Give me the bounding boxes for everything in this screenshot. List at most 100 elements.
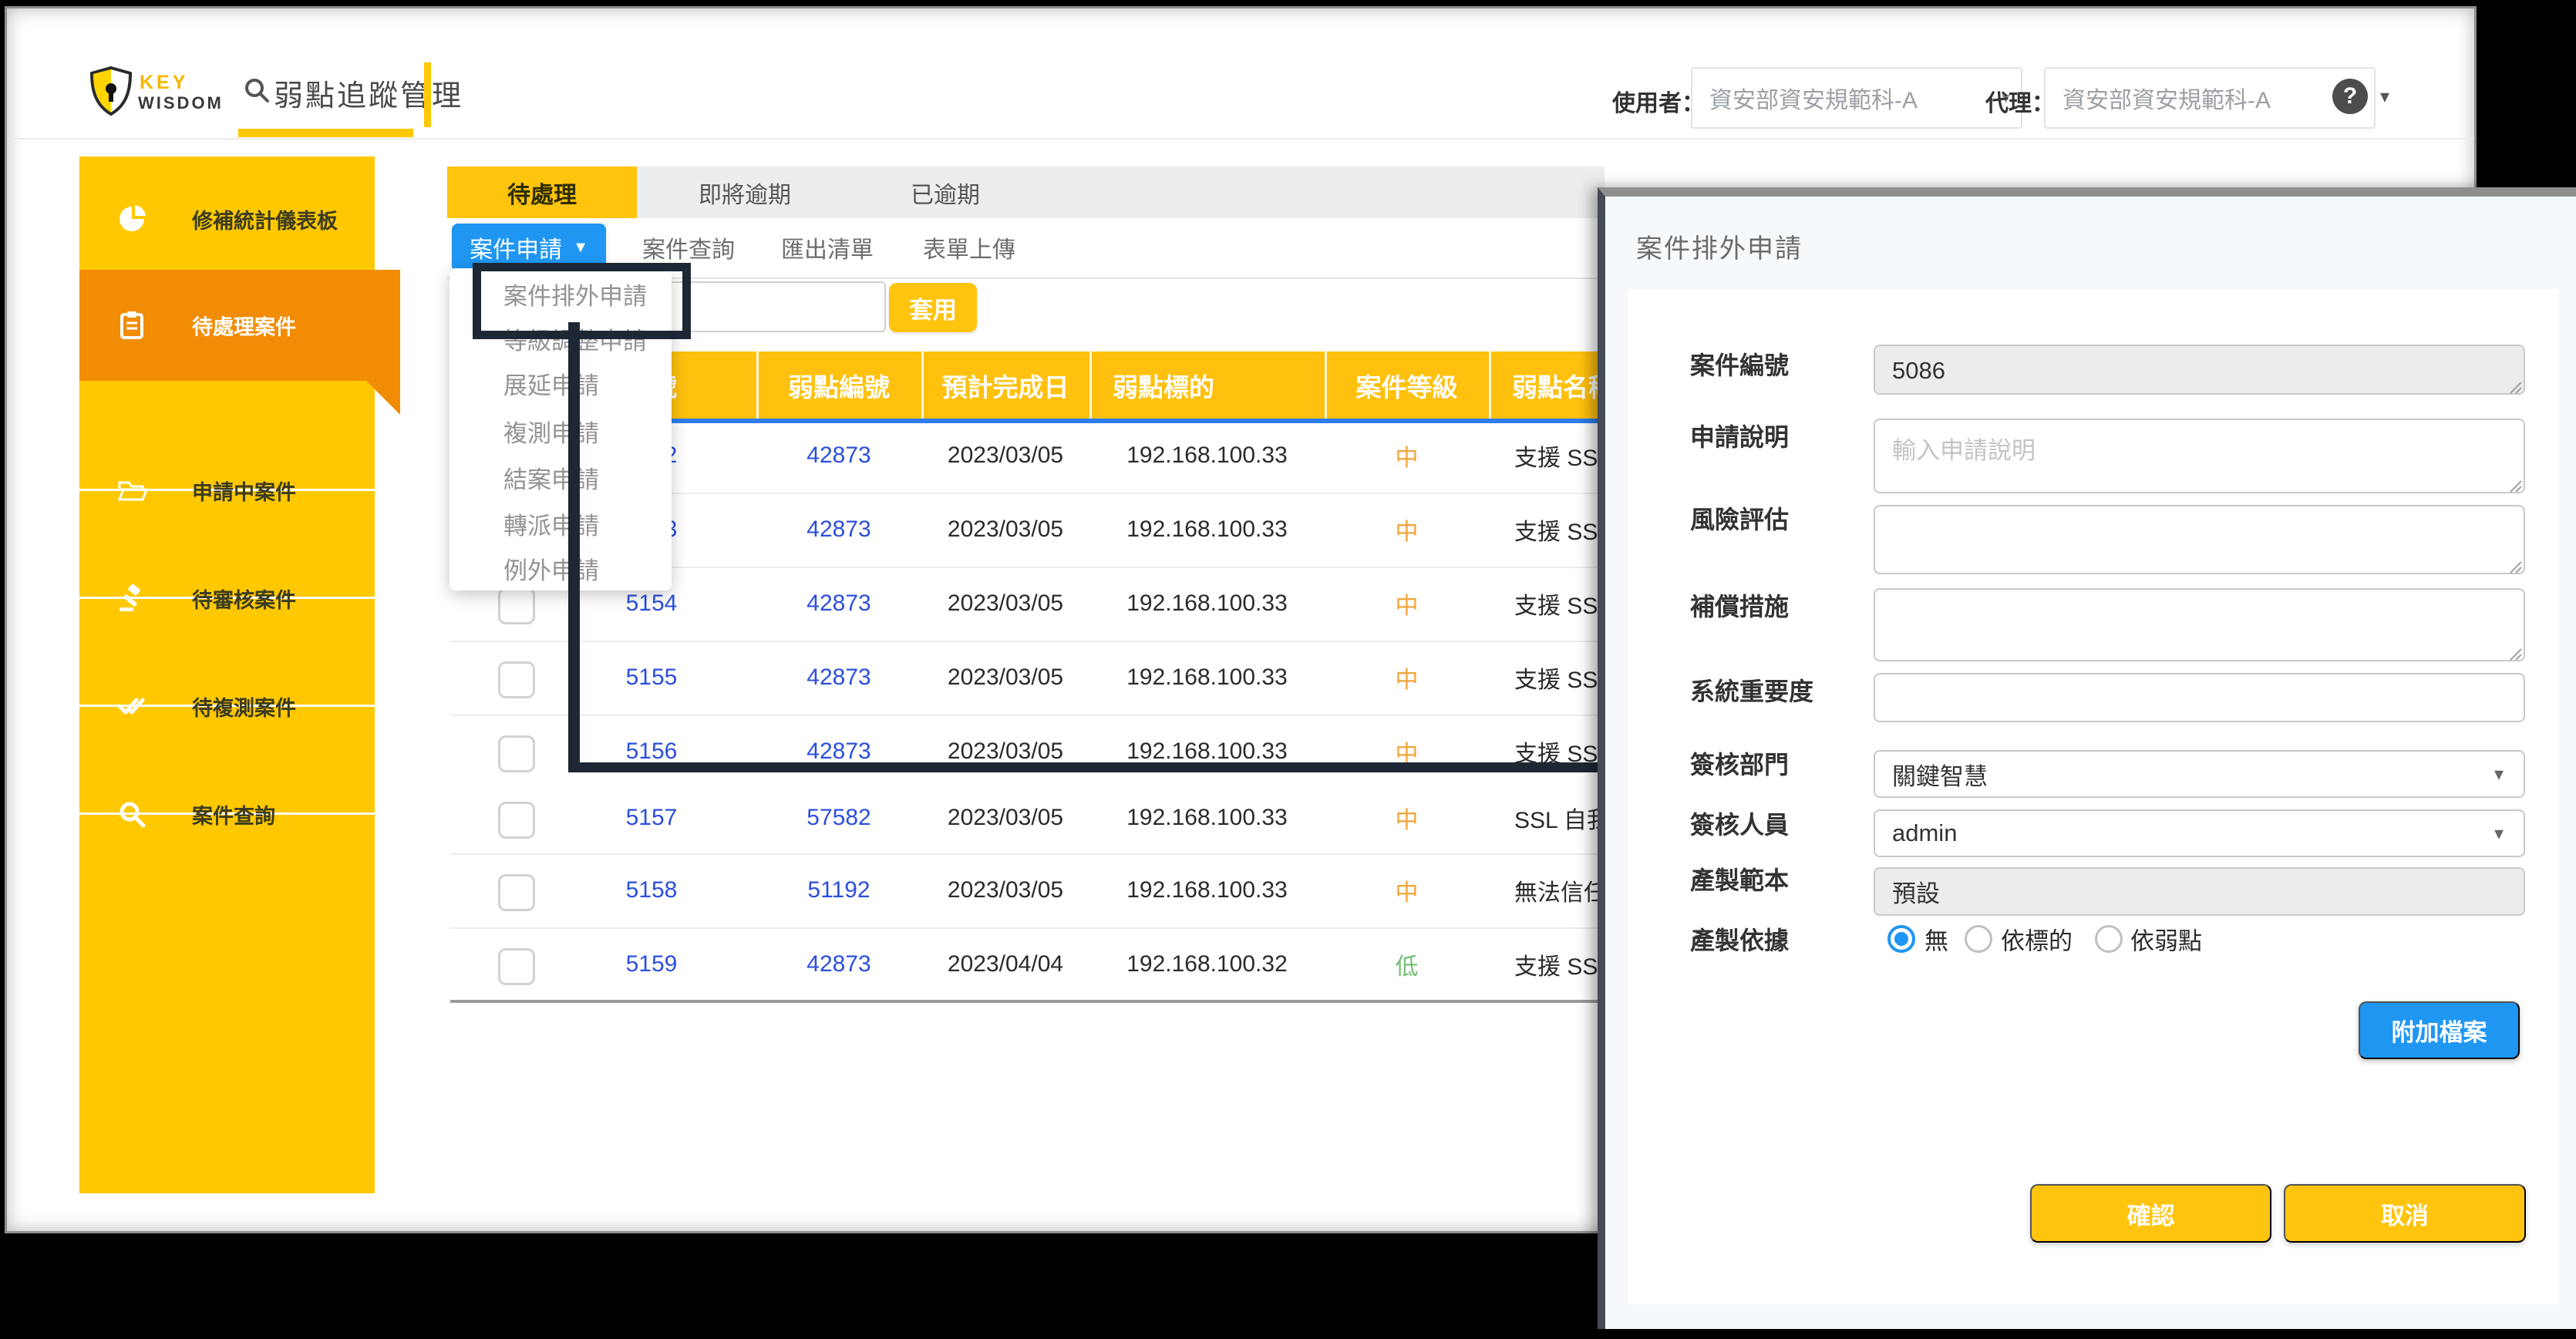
- pie-chart-icon: [116, 204, 147, 234]
- sidebar-item-search-case[interactable]: 案件查詢: [79, 760, 375, 868]
- table-row[interactable]: 5158 51192 2023/03/05 192.168.100.33 中 無…: [450, 853, 1615, 927]
- sidebar-item-applying[interactable]: 申請中案件: [79, 436, 375, 544]
- level-badge: 中: [1325, 493, 1489, 567]
- sidebar-item-pending-active[interactable]: 待處理案件: [79, 270, 400, 381]
- description-label: 申請說明: [1690, 418, 1789, 453]
- level-badge: 中: [1325, 781, 1489, 855]
- confirm-button[interactable]: 確認: [2030, 1184, 2271, 1243]
- sidebar-item-dashboard[interactable]: 修補統計儀表板: [79, 165, 375, 273]
- table-row[interactable]: 5155 42873 2023/03/05 192.168.100.33 中 支…: [450, 641, 1615, 715]
- row-checkbox[interactable]: [498, 661, 535, 698]
- sidebar-item-review[interactable]: 待審核案件: [79, 544, 375, 652]
- attach-file-button[interactable]: 附加檔案: [2359, 1001, 2520, 1059]
- vuln-id-link[interactable]: 42873: [756, 641, 921, 715]
- agent-select-value: 資安部資安規範科-A: [2062, 81, 2271, 115]
- row-checkbox[interactable]: [498, 587, 535, 624]
- menu-item-retest[interactable]: 複測申請: [503, 409, 599, 453]
- cancel-button[interactable]: 取消: [2284, 1184, 2526, 1243]
- department-select[interactable]: 關鍵智慧 ▾: [1874, 750, 2525, 798]
- target-ip: 192.168.100.33: [1089, 781, 1325, 855]
- level-badge: 中: [1325, 567, 1489, 641]
- description-field[interactable]: [1874, 419, 2525, 493]
- level-badge: 中: [1325, 715, 1489, 789]
- module-title: 弱點追蹤管理: [274, 72, 463, 114]
- agent-select[interactable]: 資安部資安規範科-A ▾: [2044, 67, 2376, 129]
- basis-radio-group: 無 依標的 依弱點: [1874, 916, 2525, 962]
- table-row[interactable]: 5157 57582 2023/03/05 192.168.100.33 中 S…: [450, 781, 1615, 855]
- vuln-id-link[interactable]: 42873: [756, 715, 921, 789]
- tab-due-soon[interactable]: 即將逾期: [637, 167, 853, 218]
- row-checkbox[interactable]: [498, 948, 535, 985]
- target-ip: 192.168.100.33: [1089, 567, 1325, 641]
- vuln-id-link[interactable]: 42873: [756, 927, 921, 1001]
- tab-pending[interactable]: 待處理: [447, 167, 637, 218]
- modal-card: 案件編號 5086 申請說明 風險評估 補償措施 系統重要度 簽核部門 關鍵智慧…: [1628, 289, 2558, 1304]
- header-divider: [7, 138, 2474, 140]
- col-header-due: 預計完成日: [921, 352, 1089, 419]
- search-icon: [116, 799, 147, 829]
- form-upload-link[interactable]: 表單上傳: [923, 224, 1015, 271]
- export-list-link[interactable]: 匯出清單: [781, 224, 874, 271]
- clipboard-icon: [116, 310, 147, 341]
- col-header-target: 弱點標的: [1089, 352, 1325, 419]
- case-no-field[interactable]: 5086: [1874, 345, 2525, 395]
- risk-field[interactable]: [1874, 505, 2525, 574]
- radio-by-vuln[interactable]: [2095, 925, 2123, 953]
- level-badge: 中: [1325, 641, 1489, 715]
- template-value: 預設: [1892, 874, 1940, 909]
- brand-shield-icon: [89, 66, 133, 116]
- case-id-link[interactable]: 5159: [547, 927, 756, 1001]
- row-checkbox[interactable]: [498, 735, 535, 772]
- case-no-label: 案件編號: [1690, 346, 1789, 382]
- due-date: 2023/03/05: [921, 493, 1089, 567]
- menu-item-reassign[interactable]: 轉派申請: [503, 501, 599, 546]
- vuln-id-link[interactable]: 42873: [756, 493, 921, 567]
- apply-button[interactable]: 套用: [889, 283, 977, 332]
- sidebar-item-retest[interactable]: 待複測案件: [79, 652, 375, 760]
- folder-open-icon: [116, 475, 147, 506]
- due-date: 2023/03/05: [921, 641, 1089, 715]
- row-checkbox[interactable]: [498, 802, 535, 839]
- chevron-down-icon: ▼: [573, 239, 588, 257]
- menu-item-extension[interactable]: 展延申請: [503, 361, 599, 405]
- tab-overdue[interactable]: 已逾期: [853, 167, 1038, 218]
- department-value: 關鍵智慧: [1892, 757, 1988, 792]
- importance-field[interactable]: [1874, 673, 2525, 722]
- header-chevron-down-icon[interactable]: ▾: [2380, 86, 2389, 108]
- tab-bar: 待處理 即將逾期 已逾期: [447, 167, 1605, 218]
- due-date: 2023/03/05: [921, 715, 1089, 789]
- vuln-id-link[interactable]: 57582: [756, 781, 921, 855]
- target-ip: 192.168.100.33: [1089, 641, 1325, 715]
- due-date: 2023/03/05: [921, 853, 1089, 927]
- title-divider-bar: [424, 62, 431, 127]
- menu-item-other-exception[interactable]: 例外申請: [503, 546, 599, 590]
- col-header-vuln-id: 弱點編號: [756, 352, 921, 419]
- resize-grip-icon: [2507, 379, 2523, 395]
- vuln-id-link[interactable]: 42873: [756, 419, 921, 493]
- double-check-icon: [116, 691, 147, 722]
- template-label: 產製範本: [1690, 861, 1789, 897]
- row-checkbox[interactable]: [498, 874, 535, 911]
- vuln-id-link[interactable]: 51192: [756, 853, 921, 927]
- sidebar-item-label: 修補統計儀表板: [192, 204, 338, 234]
- user-select[interactable]: 資安部資安規範科-A ▾: [1691, 67, 2022, 129]
- compensation-label: 補償措施: [1690, 587, 1789, 623]
- sidebar-item-label: 待處理案件: [192, 311, 296, 341]
- case-id-link[interactable]: 5158: [547, 853, 756, 927]
- approver-select[interactable]: admin ▾: [1874, 809, 2525, 857]
- case-id-link[interactable]: 5157: [547, 781, 756, 855]
- radio-by-target[interactable]: [1965, 925, 1992, 953]
- chevron-down-icon: ▾: [2494, 763, 2504, 786]
- table-row[interactable]: 5156 42873 2023/03/05 192.168.100.33 中 支…: [450, 715, 1615, 789]
- annotation-highlight-box: [473, 263, 691, 339]
- compensation-field[interactable]: [1874, 588, 2525, 661]
- level-badge: 中: [1325, 419, 1489, 493]
- menu-item-close-case[interactable]: 結案申請: [503, 455, 599, 500]
- radio-none[interactable]: [1887, 925, 1915, 953]
- radio-by-vuln-label: 依弱點: [2130, 922, 2202, 957]
- table-row[interactable]: 5159 42873 2023/04/04 192.168.100.32 低 支…: [450, 927, 1615, 1001]
- help-icon[interactable]: ?: [2332, 79, 2368, 114]
- vuln-id-link[interactable]: 42873: [756, 567, 921, 641]
- resize-grip-icon: [2507, 559, 2523, 574]
- due-date: 2023/03/05: [921, 419, 1089, 493]
